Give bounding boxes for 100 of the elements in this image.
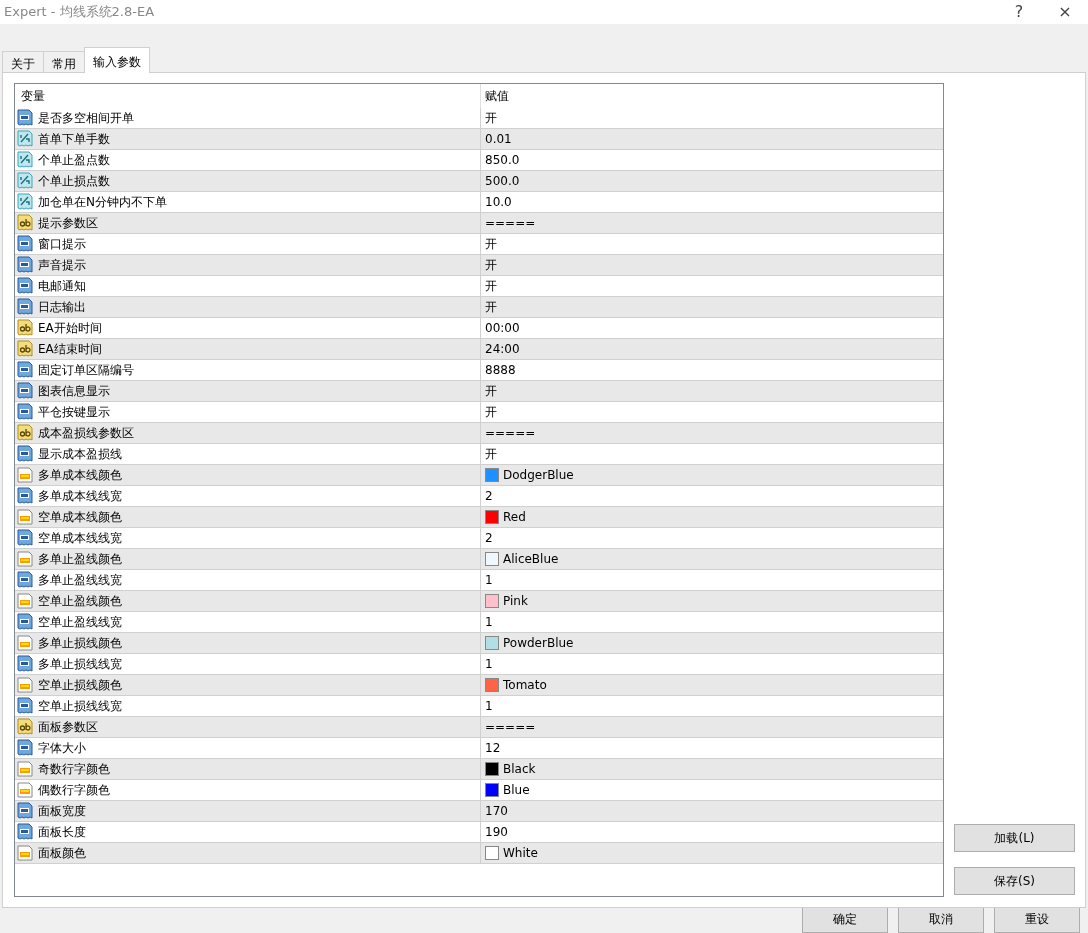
parameter-value[interactable]: 1 <box>485 571 493 589</box>
parameter-name: 窗口提示 <box>38 236 86 253</box>
close-button[interactable]: × <box>1042 0 1088 24</box>
parameter-value[interactable]: 1 <box>485 697 493 715</box>
text-parameter-icon <box>16 319 34 337</box>
parameter-value[interactable]: DodgerBlue <box>503 466 574 484</box>
parameter-value[interactable]: 190 <box>485 823 508 841</box>
parameter-value[interactable]: 开 <box>485 298 497 316</box>
parameter-name: 空单成本线颜色 <box>38 509 122 526</box>
parameter-value[interactable]: 500.0 <box>485 172 520 190</box>
int-parameter-icon <box>16 382 34 400</box>
parameter-name: 面板宽度 <box>38 803 86 820</box>
parameter-value[interactable]: 开 <box>485 256 497 274</box>
column-header[interactable]: 变量 <box>15 87 480 105</box>
double-parameter-icon <box>16 172 34 190</box>
text-parameter-icon <box>16 214 34 232</box>
parameter-value[interactable]: AliceBlue <box>503 550 559 568</box>
parameter-value[interactable]: 2 <box>485 487 493 505</box>
parameter-value[interactable]: 0.01 <box>485 130 512 148</box>
int-parameter-icon <box>16 298 34 316</box>
parameter-value[interactable]: 1 <box>485 613 493 631</box>
parameter-name: 空单止损线颜色 <box>38 677 122 694</box>
parameter-value[interactable]: Tomato <box>503 676 547 694</box>
text-parameter-icon <box>16 424 34 442</box>
parameter-name: 空单止盈线线宽 <box>38 614 122 631</box>
parameter-value[interactable]: ===== <box>485 424 536 442</box>
tab[interactable]: 常用 <box>43 51 85 73</box>
parameter-name: 面板颜色 <box>38 845 86 862</box>
parameter-name: 电邮通知 <box>38 278 86 295</box>
parameter-value[interactable]: 开 <box>485 382 497 400</box>
parameter-value[interactable]: 00:00 <box>485 319 520 337</box>
parameter-value[interactable]: Pink <box>503 592 528 610</box>
parameter-name: 提示参数区 <box>38 215 98 232</box>
color-parameter-icon <box>16 508 34 526</box>
parameter-name: 面板长度 <box>38 824 86 841</box>
parameter-name: 空单止盈线颜色 <box>38 593 122 610</box>
parameter-name: 个单止损点数 <box>38 173 110 190</box>
color-parameter-icon <box>16 760 34 778</box>
side-button[interactable]: 保存(S) <box>954 867 1075 895</box>
parameter-value[interactable]: White <box>503 844 538 862</box>
double-parameter-icon <box>16 193 34 211</box>
parameter-name: 多单止损线颜色 <box>38 635 122 652</box>
parameter-name: 日志输出 <box>38 299 86 316</box>
parameter-name: 声音提示 <box>38 257 86 274</box>
parameter-value[interactable]: Red <box>503 508 526 526</box>
color-parameter-icon <box>16 634 34 652</box>
parameter-value[interactable]: 开 <box>485 445 497 463</box>
parameter-name: 偶数行字颜色 <box>38 782 110 799</box>
parameter-name: 显示成本盈损线 <box>38 446 122 463</box>
parameter-name: EA开始时间 <box>38 320 102 337</box>
tab[interactable]: 输入参数 <box>84 47 150 73</box>
parameter-name: 空单止损线线宽 <box>38 698 122 715</box>
color-parameter-icon <box>16 592 34 610</box>
parameter-name: EA结束时间 <box>38 341 102 358</box>
parameter-name: 空单成本线线宽 <box>38 530 122 547</box>
parameter-name: 多单止盈线线宽 <box>38 572 122 589</box>
double-parameter-icon <box>16 151 34 169</box>
parameter-name: 多单止损线线宽 <box>38 656 122 673</box>
parameter-value[interactable]: 开 <box>485 277 497 295</box>
parameter-value[interactable]: 10.0 <box>485 193 512 211</box>
parameter-name: 个单止盈点数 <box>38 152 110 169</box>
help-button[interactable]: ? <box>996 0 1042 24</box>
parameter-value[interactable]: 1 <box>485 655 493 673</box>
parameter-value[interactable]: 170 <box>485 802 508 820</box>
window-title: Expert - 均线系统2.8-EA <box>4 3 156 22</box>
parameter-name: 成本盈损线参数区 <box>38 425 134 442</box>
text-parameter-icon <box>16 718 34 736</box>
parameter-value[interactable]: Blue <box>503 781 530 799</box>
parameter-value[interactable]: 2 <box>485 529 493 547</box>
parameter-value[interactable]: 开 <box>485 403 497 421</box>
parameter-value[interactable]: 开 <box>485 109 497 127</box>
parameter-value[interactable]: PowderBlue <box>503 634 574 652</box>
int-parameter-icon <box>16 802 34 820</box>
parameter-name: 多单成本线线宽 <box>38 488 122 505</box>
parameter-name: 是否多空相间开单 <box>38 110 134 127</box>
parameter-value[interactable]: 8888 <box>485 361 516 379</box>
parameter-name: 奇数行字颜色 <box>38 761 110 778</box>
color-parameter-icon <box>16 676 34 694</box>
parameter-value[interactable]: 开 <box>485 235 497 253</box>
parameter-name: 平仓按键显示 <box>38 404 110 421</box>
color-parameter-icon <box>16 844 34 862</box>
parameter-name: 加仓单在N分钟内不下单 <box>38 194 167 211</box>
color-parameter-icon <box>16 466 34 484</box>
parameter-name: 首单下单手数 <box>38 131 110 148</box>
parameter-value[interactable]: 12 <box>485 739 501 757</box>
int-parameter-icon <box>16 256 34 274</box>
parameter-name: 多单止盈线颜色 <box>38 551 122 568</box>
parameter-value[interactable]: 24:00 <box>485 340 520 358</box>
parameter-name: 图表信息显示 <box>38 383 110 400</box>
parameter-name: 面板参数区 <box>38 719 98 736</box>
parameter-value[interactable]: ===== <box>485 718 536 736</box>
parameter-value[interactable]: ===== <box>485 214 536 232</box>
parameter-name: 多单成本线颜色 <box>38 467 122 484</box>
parameter-value[interactable]: 850.0 <box>485 151 520 169</box>
text-parameter-icon <box>16 340 34 358</box>
column-header[interactable]: 赋值 <box>480 84 943 108</box>
parameter-name: 固定订单区隔编号 <box>38 362 134 379</box>
tab[interactable]: 关于 <box>2 51 44 73</box>
side-button[interactable]: 加载(L) <box>954 824 1075 852</box>
parameter-value[interactable]: Black <box>503 760 536 778</box>
